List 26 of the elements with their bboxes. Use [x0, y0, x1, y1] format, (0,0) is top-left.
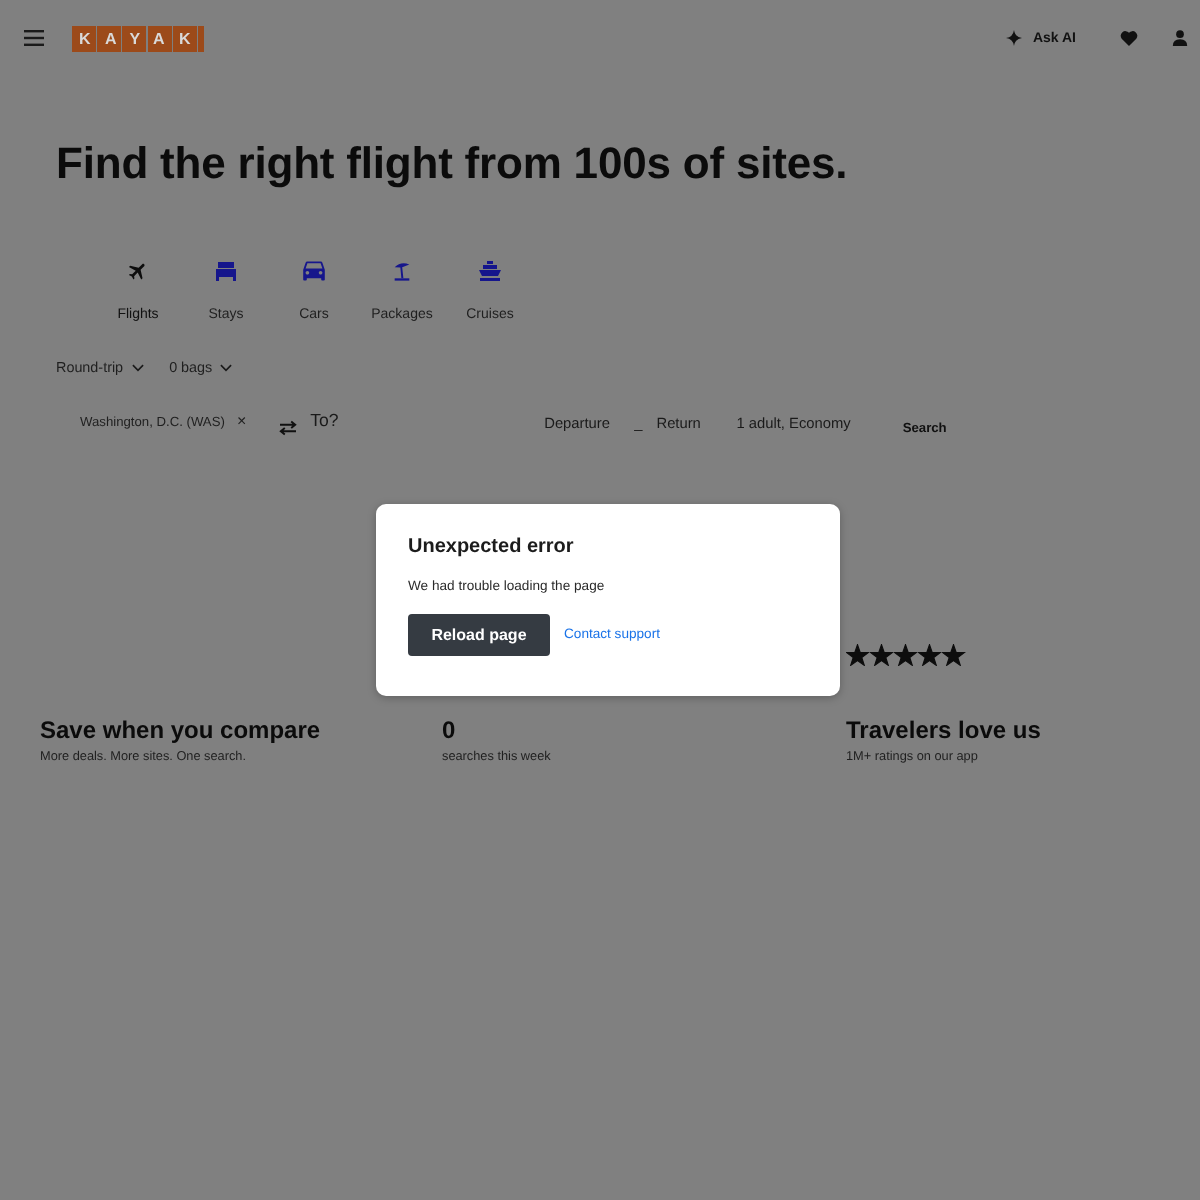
star-icon: [942, 644, 965, 666]
star-icon: [918, 644, 941, 666]
clear-button[interactable]: ×: [236, 414, 247, 430]
beach-umbrella-icon: [390, 260, 414, 282]
star-icon: [894, 644, 917, 666]
menu-icon[interactable]: [24, 30, 44, 46]
stat-title: 0: [442, 716, 458, 744]
swap-icon[interactable]: [278, 420, 299, 436]
heart-icon[interactable]: [1120, 30, 1138, 46]
reload-button[interactable]: Reload page: [408, 614, 550, 656]
stat-title: Save when you compare: [40, 716, 323, 744]
headline: Find the right flight from 100s of sites.: [56, 138, 850, 190]
dialog-title: Unexpected error: [408, 536, 576, 560]
car-icon: [302, 260, 326, 282]
destination-field[interactable]: To?: [310, 408, 341, 430]
stat-title: Travelers love us: [846, 716, 1043, 744]
star-icon: [846, 644, 869, 666]
plane-icon: [126, 260, 150, 282]
ship-icon: [478, 260, 502, 282]
bed-icon: [214, 260, 238, 282]
chevron-down-icon: [131, 363, 144, 371]
person-icon[interactable]: [1172, 30, 1188, 46]
chevron-down-icon: [220, 363, 233, 371]
sparkle-icon: [1006, 30, 1023, 46]
star-icon: [870, 644, 893, 666]
logo[interactable]: KAYAK: [72, 25, 205, 51]
